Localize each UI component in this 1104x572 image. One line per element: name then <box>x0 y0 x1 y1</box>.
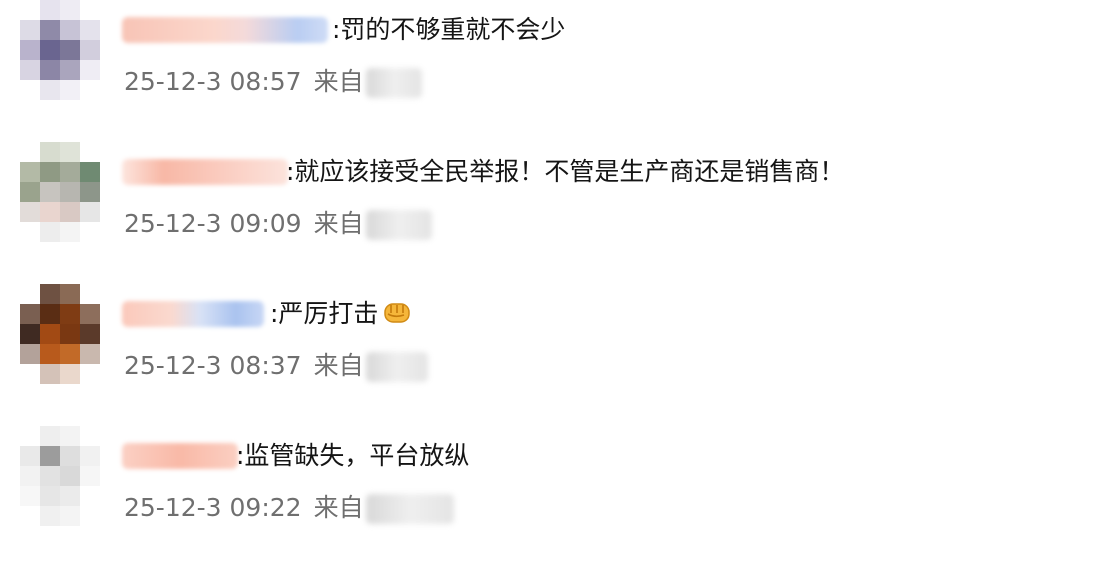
source-client[interactable] <box>365 352 428 382</box>
comment-text: :就应该接受全民举报！不管是生产商还是销售商！ <box>286 157 845 186</box>
comment-text: :监管缺失，平台放纵 <box>236 441 470 470</box>
comment-text-content: :严厉打击 <box>270 299 379 328</box>
comment-item: :罚的不够重就不会少 25-12-3 08:57 来自 <box>0 0 1104 130</box>
comment-meta: 25-12-3 09:22 来自 <box>124 488 454 528</box>
avatar[interactable] <box>20 284 100 384</box>
username[interactable] <box>122 301 264 327</box>
source-client[interactable] <box>365 494 454 524</box>
source-label: 来自 <box>313 493 364 522</box>
source-client[interactable] <box>365 68 422 98</box>
comment-list: :罚的不够重就不会少 25-12-3 08:57 来自 :就应该接受全民举报！不管… <box>0 0 1104 572</box>
avatar[interactable] <box>20 142 100 242</box>
username[interactable] <box>122 159 288 185</box>
avatar[interactable] <box>20 426 100 526</box>
timestamp: 25-12-3 08:57 <box>124 67 302 96</box>
timestamp: 25-12-3 09:22 <box>124 493 302 522</box>
comment-item: :严厉打击 25-12-3 08:37 来自 <box>0 284 1104 414</box>
comment-meta: 25-12-3 08:37 来自 <box>124 346 428 386</box>
comment-meta: 25-12-3 09:09 来自 <box>124 204 432 244</box>
comment-item: :监管缺失，平台放纵 25-12-3 09:22 来自 <box>0 426 1104 556</box>
comment-item: :就应该接受全民举报！不管是生产商还是销售商！ 25-12-3 09:09 来自 <box>0 142 1104 272</box>
timestamp: 25-12-3 09:09 <box>124 209 302 238</box>
source-client[interactable] <box>365 210 432 240</box>
source-label: 来自 <box>313 67 364 96</box>
avatar[interactable] <box>20 0 100 100</box>
source-label: 来自 <box>313 351 364 380</box>
comment-text: :罚的不够重就不会少 <box>332 15 566 44</box>
comment-text: :严厉打击 <box>270 298 412 330</box>
username[interactable] <box>122 17 328 43</box>
comment-meta: 25-12-3 08:57 来自 <box>124 62 422 102</box>
username[interactable] <box>122 443 238 469</box>
source-label: 来自 <box>313 209 364 238</box>
oncoming-fist-icon <box>384 303 411 323</box>
timestamp: 25-12-3 08:37 <box>124 351 302 380</box>
